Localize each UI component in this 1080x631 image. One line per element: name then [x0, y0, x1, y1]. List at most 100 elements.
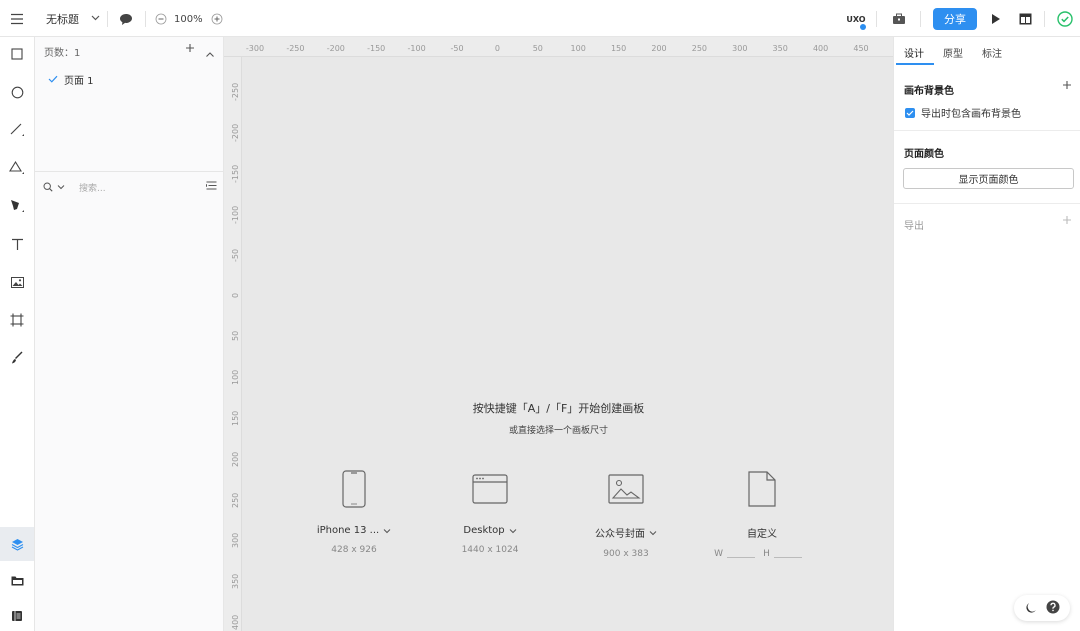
zoom-in-button[interactable] [210, 10, 224, 28]
check-circle-icon [1057, 11, 1073, 27]
minus-circle-icon [155, 13, 167, 25]
ruler-tick-label: -150 [367, 44, 386, 53]
ruler-tick-label: -250 [286, 44, 305, 53]
help-button[interactable] [1046, 599, 1060, 618]
sync-status-button[interactable] [1054, 8, 1076, 30]
divider [894, 203, 1080, 204]
theme-toggle-button[interactable] [1025, 599, 1037, 618]
export-title: 导出 [904, 221, 924, 232]
chevron-down-icon[interactable] [383, 528, 391, 534]
canvas-area[interactable]: -300 -250 -200 -150 -100 -50 0 50 100 150 200 250 30… [224, 37, 893, 631]
page-count: 页数：1 [44, 48, 81, 59]
help-question-icon [1046, 600, 1059, 613]
inspector-panel: 设计 原型 标注 画布背景色 导出时包含画布背景色 页面颜色 显示页面颜色 导出 [893, 37, 1080, 631]
circle-icon [11, 86, 23, 98]
chevron-down-icon[interactable] [649, 530, 657, 536]
document-title-dropdown[interactable]: 无标题 [46, 8, 100, 30]
active-tab-indicator [896, 63, 934, 65]
chevron-down-icon[interactable] [509, 528, 517, 534]
ruler-tick-label: -300 [245, 44, 265, 53]
ruler-tick-label: -50 [231, 249, 240, 263]
ruler-tick-label: 200 [231, 451, 240, 467]
ruler-tick-label: -50 [450, 44, 464, 53]
app-window: 无标题 100% UXO 分享 页数：1 页面 1 搜索... -300 -25… [0, 0, 1080, 631]
layer-search[interactable]: 搜索... [43, 179, 217, 195]
brush-tool[interactable] [5, 346, 29, 370]
ruler-tick-label: 400 [812, 44, 829, 53]
pages-panel: 页数：1 页面 1 搜索... [35, 37, 224, 631]
divider [35, 171, 224, 172]
ruler-tick-label: 50 [532, 44, 543, 53]
preset-size: 900 x 383 [603, 549, 649, 559]
zoom-level[interactable]: 100% [174, 10, 203, 28]
page-color-title: 页面颜色 [904, 149, 944, 160]
vertical-ruler: -250 -200 -150 -100 -50 0 50 100 150 200 250 300 350… [224, 57, 242, 631]
ellipse-tool[interactable] [5, 80, 29, 104]
preset-iphone[interactable]: iPhone 13 ... 428 x 926 [299, 469, 409, 555]
triangle-icon [9, 160, 24, 174]
comment-button[interactable] [116, 8, 136, 30]
components-panel-button[interactable] [5, 604, 29, 628]
zoom-out-button[interactable] [154, 10, 168, 28]
page-list-item[interactable]: 页面 1 [48, 71, 94, 87]
tab-prototype[interactable]: 原型 [943, 45, 963, 60]
divider [894, 130, 1080, 131]
briefcase-icon [893, 13, 905, 24]
ruler-tick-label: 450 [853, 44, 869, 53]
rectangle-tool[interactable] [5, 42, 29, 66]
width-input[interactable] [727, 550, 756, 558]
plus-icon [1063, 216, 1071, 224]
tab-annotation[interactable]: 标注 [982, 45, 1002, 60]
height-input[interactable] [773, 550, 802, 558]
canvas-bg-title: 画布背景色 [904, 86, 954, 97]
divider [107, 11, 108, 27]
polygon-tool[interactable] [5, 156, 29, 180]
add-canvas-bg-button[interactable] [1062, 79, 1072, 94]
brush-icon [12, 351, 23, 364]
filter-icon[interactable] [206, 181, 217, 190]
ruler-tick-label: 350 [231, 574, 240, 590]
preview-button[interactable] [987, 9, 1005, 29]
uxo-button[interactable]: UXO [845, 9, 867, 30]
artboard-tool[interactable] [5, 308, 29, 332]
tab-design[interactable]: 设计 [904, 45, 924, 60]
export-bg-checkbox-row[interactable]: 导出时包含画布背景色 [905, 105, 1021, 120]
rectangle-icon [11, 48, 23, 60]
ruler-tick-label: 150 [610, 44, 627, 53]
uxo-label: UXO [846, 14, 866, 24]
check-icon [48, 75, 58, 83]
text-tool[interactable] [5, 232, 29, 256]
layout-button[interactable] [1015, 9, 1035, 29]
add-export-button[interactable] [1062, 214, 1072, 229]
folder-icon [11, 576, 23, 585]
text-t-icon [11, 238, 23, 250]
line-tool[interactable] [5, 118, 29, 142]
search-input[interactable]: 搜索... [79, 181, 106, 194]
preset-custom[interactable]: 自定义 W H [707, 469, 817, 559]
ruler-tick-label: 300 [231, 533, 240, 549]
preset-desktop[interactable]: Desktop 1440 x 1024 [435, 469, 545, 555]
divider [876, 11, 877, 27]
show-page-color-button[interactable]: 显示页面颜色 [903, 168, 1074, 189]
layers-panel-button[interactable] [0, 527, 34, 561]
toolbox-button[interactable] [889, 9, 909, 29]
ruler-tick-label: -250 [231, 82, 240, 101]
phone-icon [342, 470, 366, 508]
browser-window-icon [472, 474, 508, 504]
comment-bubble-icon [120, 13, 132, 25]
image-tool[interactable] [5, 270, 29, 294]
shortcut-hint: 按快捷键「A」/「F」开始创建画板 [472, 402, 645, 415]
assets-panel-button[interactable] [5, 568, 29, 592]
ruler-tick-label: -200 [326, 44, 345, 53]
share-button[interactable]: 分享 [933, 8, 977, 30]
add-page-button[interactable] [185, 41, 195, 57]
document-icon [748, 471, 776, 507]
pen-tool[interactable] [5, 194, 29, 218]
ruler-tick-label: 400 [231, 614, 240, 631]
artboard-frame-icon [10, 313, 24, 327]
menu-button[interactable] [6, 8, 28, 30]
preset-wechat-cover[interactable]: 公众号封面 900 x 383 [571, 469, 681, 559]
export-bg-checkbox[interactable] [905, 107, 915, 118]
play-icon [992, 14, 1000, 24]
collapse-pages-button[interactable] [205, 43, 215, 57]
